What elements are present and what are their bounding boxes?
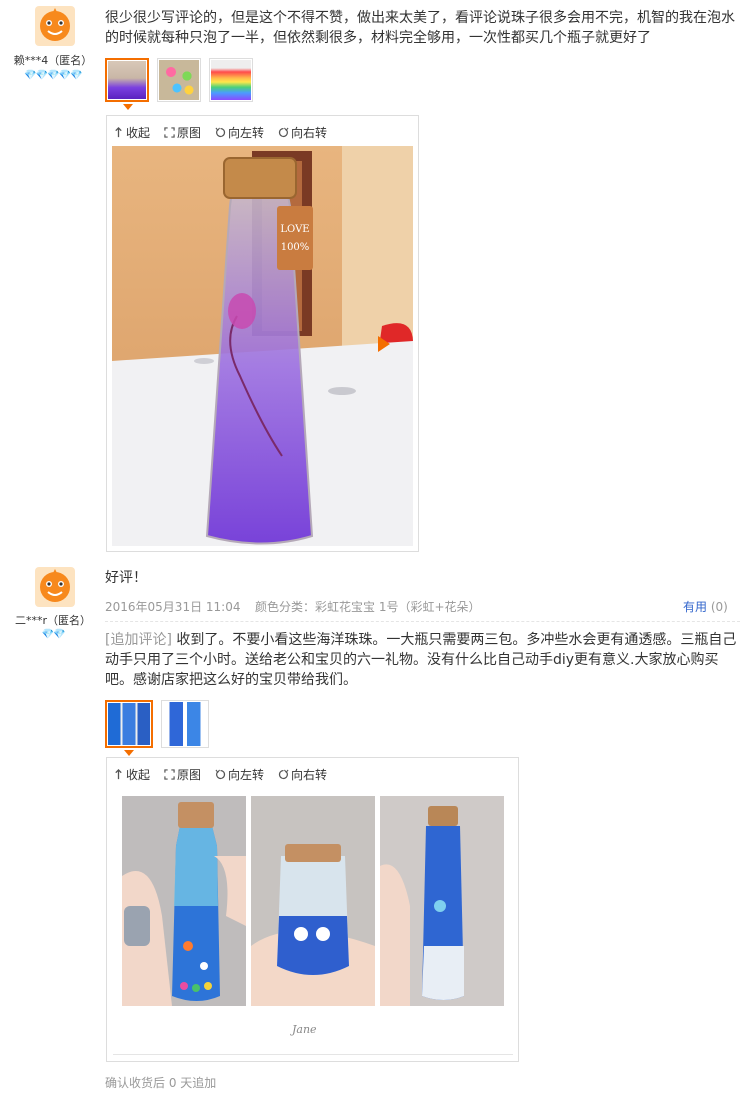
viewer-toolbar: 收起 原图 向左转 向右转	[113, 766, 327, 783]
photo-tag-percent: 100%	[281, 242, 310, 253]
append-tag: [追加评论]	[105, 632, 172, 648]
thumbnail-list	[105, 700, 209, 748]
original-image-label: 原图	[177, 126, 202, 140]
image-viewer: 收起 原图 向左转 向右转	[106, 115, 419, 552]
photo-tag-love: LOVE	[280, 224, 309, 235]
arrow-up-icon	[115, 127, 122, 138]
review-photo-bottle-left[interactable]	[122, 796, 246, 1006]
avatar[interactable]	[35, 6, 75, 46]
helpful-button[interactable]: 有用 (0)	[683, 598, 728, 615]
rotate-right-label: 向右转	[291, 126, 328, 140]
level-badges: 💎💎	[41, 629, 66, 640]
rotate-right-icon	[278, 127, 289, 138]
thumbnail-colored-beads[interactable]	[157, 58, 201, 102]
level-badges: 💎💎💎💎💎	[24, 70, 82, 81]
photo-signature: Jane	[292, 1023, 317, 1036]
expand-icon	[164, 769, 175, 780]
review-text: 好评！	[105, 570, 147, 586]
expand-icon	[164, 127, 175, 138]
collapse-button[interactable]: 收起	[113, 766, 150, 783]
arrow-up-icon	[115, 769, 122, 780]
viewer-toolbar: 收起 原图 向左转 向右转	[113, 124, 327, 141]
rotate-left-icon	[215, 769, 226, 780]
review-photo-bottle-middle[interactable]	[251, 796, 375, 1006]
helpful-label: 有用	[683, 600, 708, 614]
selected-indicator	[123, 104, 133, 110]
review-date: 2016年05月31日 11:04	[105, 600, 241, 614]
thumbnail-purple-bottle[interactable]	[105, 58, 149, 102]
review-text: 很少很少写评论的，但是这个不得不赞，做出来太美了，看评论说珠子很多会用不完，机智…	[105, 10, 735, 46]
rotate-right-button[interactable]: 向右转	[278, 766, 327, 783]
review-photo-bottle-right[interactable]	[380, 796, 504, 1006]
avatar[interactable]	[35, 567, 75, 607]
user-name[interactable]: 赖***4（匿名）	[8, 52, 98, 68]
collapse-label: 收起	[126, 768, 151, 782]
image-viewer: 收起 原图 向左转 向右转	[106, 757, 519, 1062]
helpful-count: (0)	[710, 600, 728, 614]
review-photo-purple-bottle[interactable]: LOVE 100%	[112, 146, 413, 546]
original-image-button[interactable]: 原图	[164, 124, 201, 141]
original-image-button[interactable]: 原图	[164, 766, 201, 783]
thumbnail-list	[105, 58, 253, 102]
thumbnail-two-bottles[interactable]	[161, 700, 209, 748]
rotate-right-label: 向右转	[291, 768, 328, 782]
thumbnail-three-bottles[interactable]	[105, 700, 153, 748]
collapse-button[interactable]: 收起	[113, 124, 150, 141]
original-image-label: 原图	[177, 768, 202, 782]
append-review: [追加评论] 收到了。不要小看这些海洋珠珠。一大瓶只需要两三包。多冲些水会更有通…	[105, 630, 740, 690]
rotate-right-button[interactable]: 向右转	[278, 124, 327, 141]
thumbnail-rainbow-bottle[interactable]	[209, 58, 253, 102]
rotate-left-button[interactable]: 向左转	[215, 124, 264, 141]
viewer-bottom-border	[113, 1054, 513, 1055]
append-prompt: 确认收货后 0 天追加	[105, 1076, 217, 1090]
rotate-left-icon	[215, 127, 226, 138]
rotate-left-label: 向左转	[228, 768, 265, 782]
rotate-right-icon	[278, 769, 289, 780]
append-text: 收到了。不要小看这些海洋珠珠。一大瓶只需要两三包。多冲些水会更有通透感。三瓶自己…	[105, 632, 737, 688]
collapse-label: 收起	[126, 126, 151, 140]
rotate-left-button[interactable]: 向左转	[215, 766, 264, 783]
sku-info: 颜色分类：彩虹花宝宝 1号（彩虹+花朵）	[255, 600, 481, 614]
selected-indicator	[124, 750, 134, 756]
divider	[105, 621, 740, 622]
rotate-left-label: 向左转	[228, 126, 265, 140]
user-name[interactable]: 二***r（匿名）	[8, 612, 98, 628]
